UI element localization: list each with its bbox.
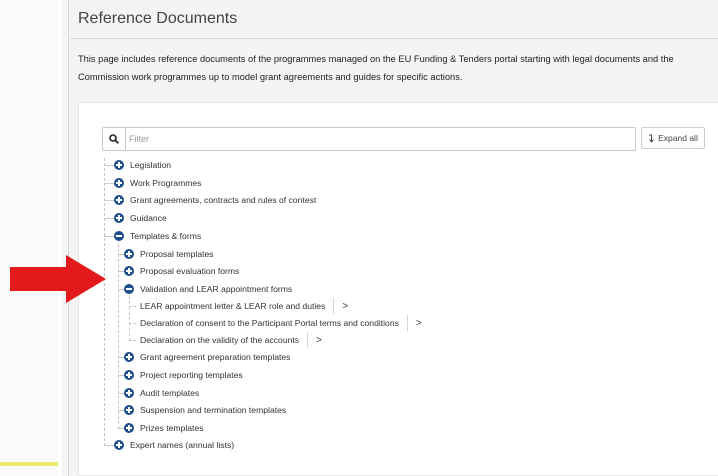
expand-plus-icon[interactable] <box>124 370 134 380</box>
red-arrow-annotation <box>10 255 106 303</box>
tree-node-label: Templates & forms <box>130 231 202 241</box>
expand-plus-icon[interactable] <box>124 423 134 433</box>
yellow-underline <box>0 462 58 466</box>
tree-node-label: Proposal evaluation forms <box>140 266 240 276</box>
tree-node-label: Grant agreements, contracts and rules of… <box>130 195 317 205</box>
chevron-right-icon[interactable]: > <box>406 315 422 331</box>
tree-node-label: Suspension and termination templates <box>140 405 287 415</box>
tree-node-label: Grant agreement preparation templates <box>140 352 291 362</box>
tree-node-label: Proposal templates <box>140 249 214 259</box>
document-link-declaration-consent[interactable]: Declaration of consent to the Participan… <box>140 314 422 332</box>
tree-node-label: Work Programmes <box>130 178 202 188</box>
tree-node-label: Validation and LEAR appointment forms <box>140 284 293 294</box>
tree-node-grant-agreements[interactable]: Grant agreements, contracts and rules of… <box>114 192 316 208</box>
collapse-minus-icon[interactable] <box>114 231 124 241</box>
tree-node-audit-templates[interactable]: Audit templates <box>124 385 199 401</box>
tree-guide-validation <box>129 296 130 341</box>
document-label: Declaration on the validity of the accou… <box>140 335 300 345</box>
filter-box <box>102 127 636 151</box>
expand-plus-icon[interactable] <box>124 249 134 259</box>
expand-all-label: Expand all <box>658 133 698 143</box>
tree-node-label: Guidance <box>130 213 167 223</box>
expand-plus-icon[interactable] <box>114 440 124 450</box>
tree-node-guidance[interactable]: Guidance <box>114 210 167 226</box>
tree-node-expert-names[interactable]: Expert names (annual lists) <box>114 437 234 453</box>
tree-node-label: Prizes templates <box>140 423 204 433</box>
expand-plus-icon[interactable] <box>114 213 124 223</box>
expand-plus-icon[interactable] <box>124 352 134 362</box>
filter-input[interactable] <box>129 131 629 147</box>
panel-divider <box>68 0 69 476</box>
document-link-declaration-validity[interactable]: Declaration on the validity of the accou… <box>140 331 322 349</box>
page-intro: This page includes reference documents o… <box>78 50 718 86</box>
tree-branch <box>104 236 114 237</box>
tree-branch <box>129 340 136 341</box>
expand-plus-icon[interactable] <box>124 266 134 276</box>
expand-arrow-icon <box>649 134 655 143</box>
document-link-lear-letter[interactable]: LEAR appointment letter & LEAR role and … <box>140 297 348 315</box>
document-label: LEAR appointment letter & LEAR role and … <box>140 301 326 311</box>
expand-plus-icon[interactable] <box>114 195 124 205</box>
tree-branch <box>104 183 114 184</box>
tree-node-label: Expert names (annual lists) <box>130 440 235 450</box>
tree-node-label: Audit templates <box>140 388 200 398</box>
left-margin <box>0 0 58 476</box>
page-title: Reference Documents <box>78 10 238 27</box>
tree-node-suspension-termination[interactable]: Suspension and termination templates <box>124 402 286 418</box>
tree-node-prizes-templates[interactable]: Prizes templates <box>124 420 204 436</box>
expand-plus-icon[interactable] <box>124 405 134 415</box>
tree-node-templates-forms[interactable]: Templates & forms <box>114 228 201 244</box>
tree-branch <box>104 200 114 201</box>
expand-all-button[interactable]: Expand all <box>641 127 705 149</box>
intro-line-2: Commission work programmes up to model g… <box>78 72 463 82</box>
document-label: Declaration of consent to the Participan… <box>140 318 399 328</box>
intro-line-1: This page includes reference documents o… <box>78 54 674 64</box>
expand-plus-icon[interactable] <box>114 160 124 170</box>
tree-node-work-programmes[interactable]: Work Programmes <box>114 175 201 191</box>
tree-node-proposal-templates[interactable]: Proposal templates <box>124 246 214 262</box>
tree-branch <box>104 165 114 166</box>
tree-branch <box>129 306 136 307</box>
tree-node-proposal-evaluation-forms[interactable]: Proposal evaluation forms <box>124 263 239 279</box>
tree-branch <box>104 218 114 219</box>
tree-node-legislation[interactable]: Legislation <box>114 157 171 173</box>
chevron-right-icon[interactable]: > <box>333 298 348 314</box>
chevron-right-icon[interactable]: > <box>307 332 322 348</box>
tree-branch <box>129 323 136 324</box>
tree-node-project-reporting[interactable]: Project reporting templates <box>124 367 243 383</box>
title-divider <box>70 38 718 39</box>
expand-plus-icon[interactable] <box>124 388 134 398</box>
tree-node-label: Legislation <box>130 160 172 170</box>
tree-branch <box>104 445 114 446</box>
tree-node-label: Project reporting templates <box>140 370 243 380</box>
collapse-minus-icon[interactable] <box>124 284 134 294</box>
tree-node-validation-lear[interactable]: Validation and LEAR appointment forms <box>124 281 292 297</box>
tree-node-grant-agreement-prep[interactable]: Grant agreement preparation templates <box>124 349 290 365</box>
expand-plus-icon[interactable] <box>114 178 124 188</box>
search-icon[interactable] <box>103 128 126 150</box>
